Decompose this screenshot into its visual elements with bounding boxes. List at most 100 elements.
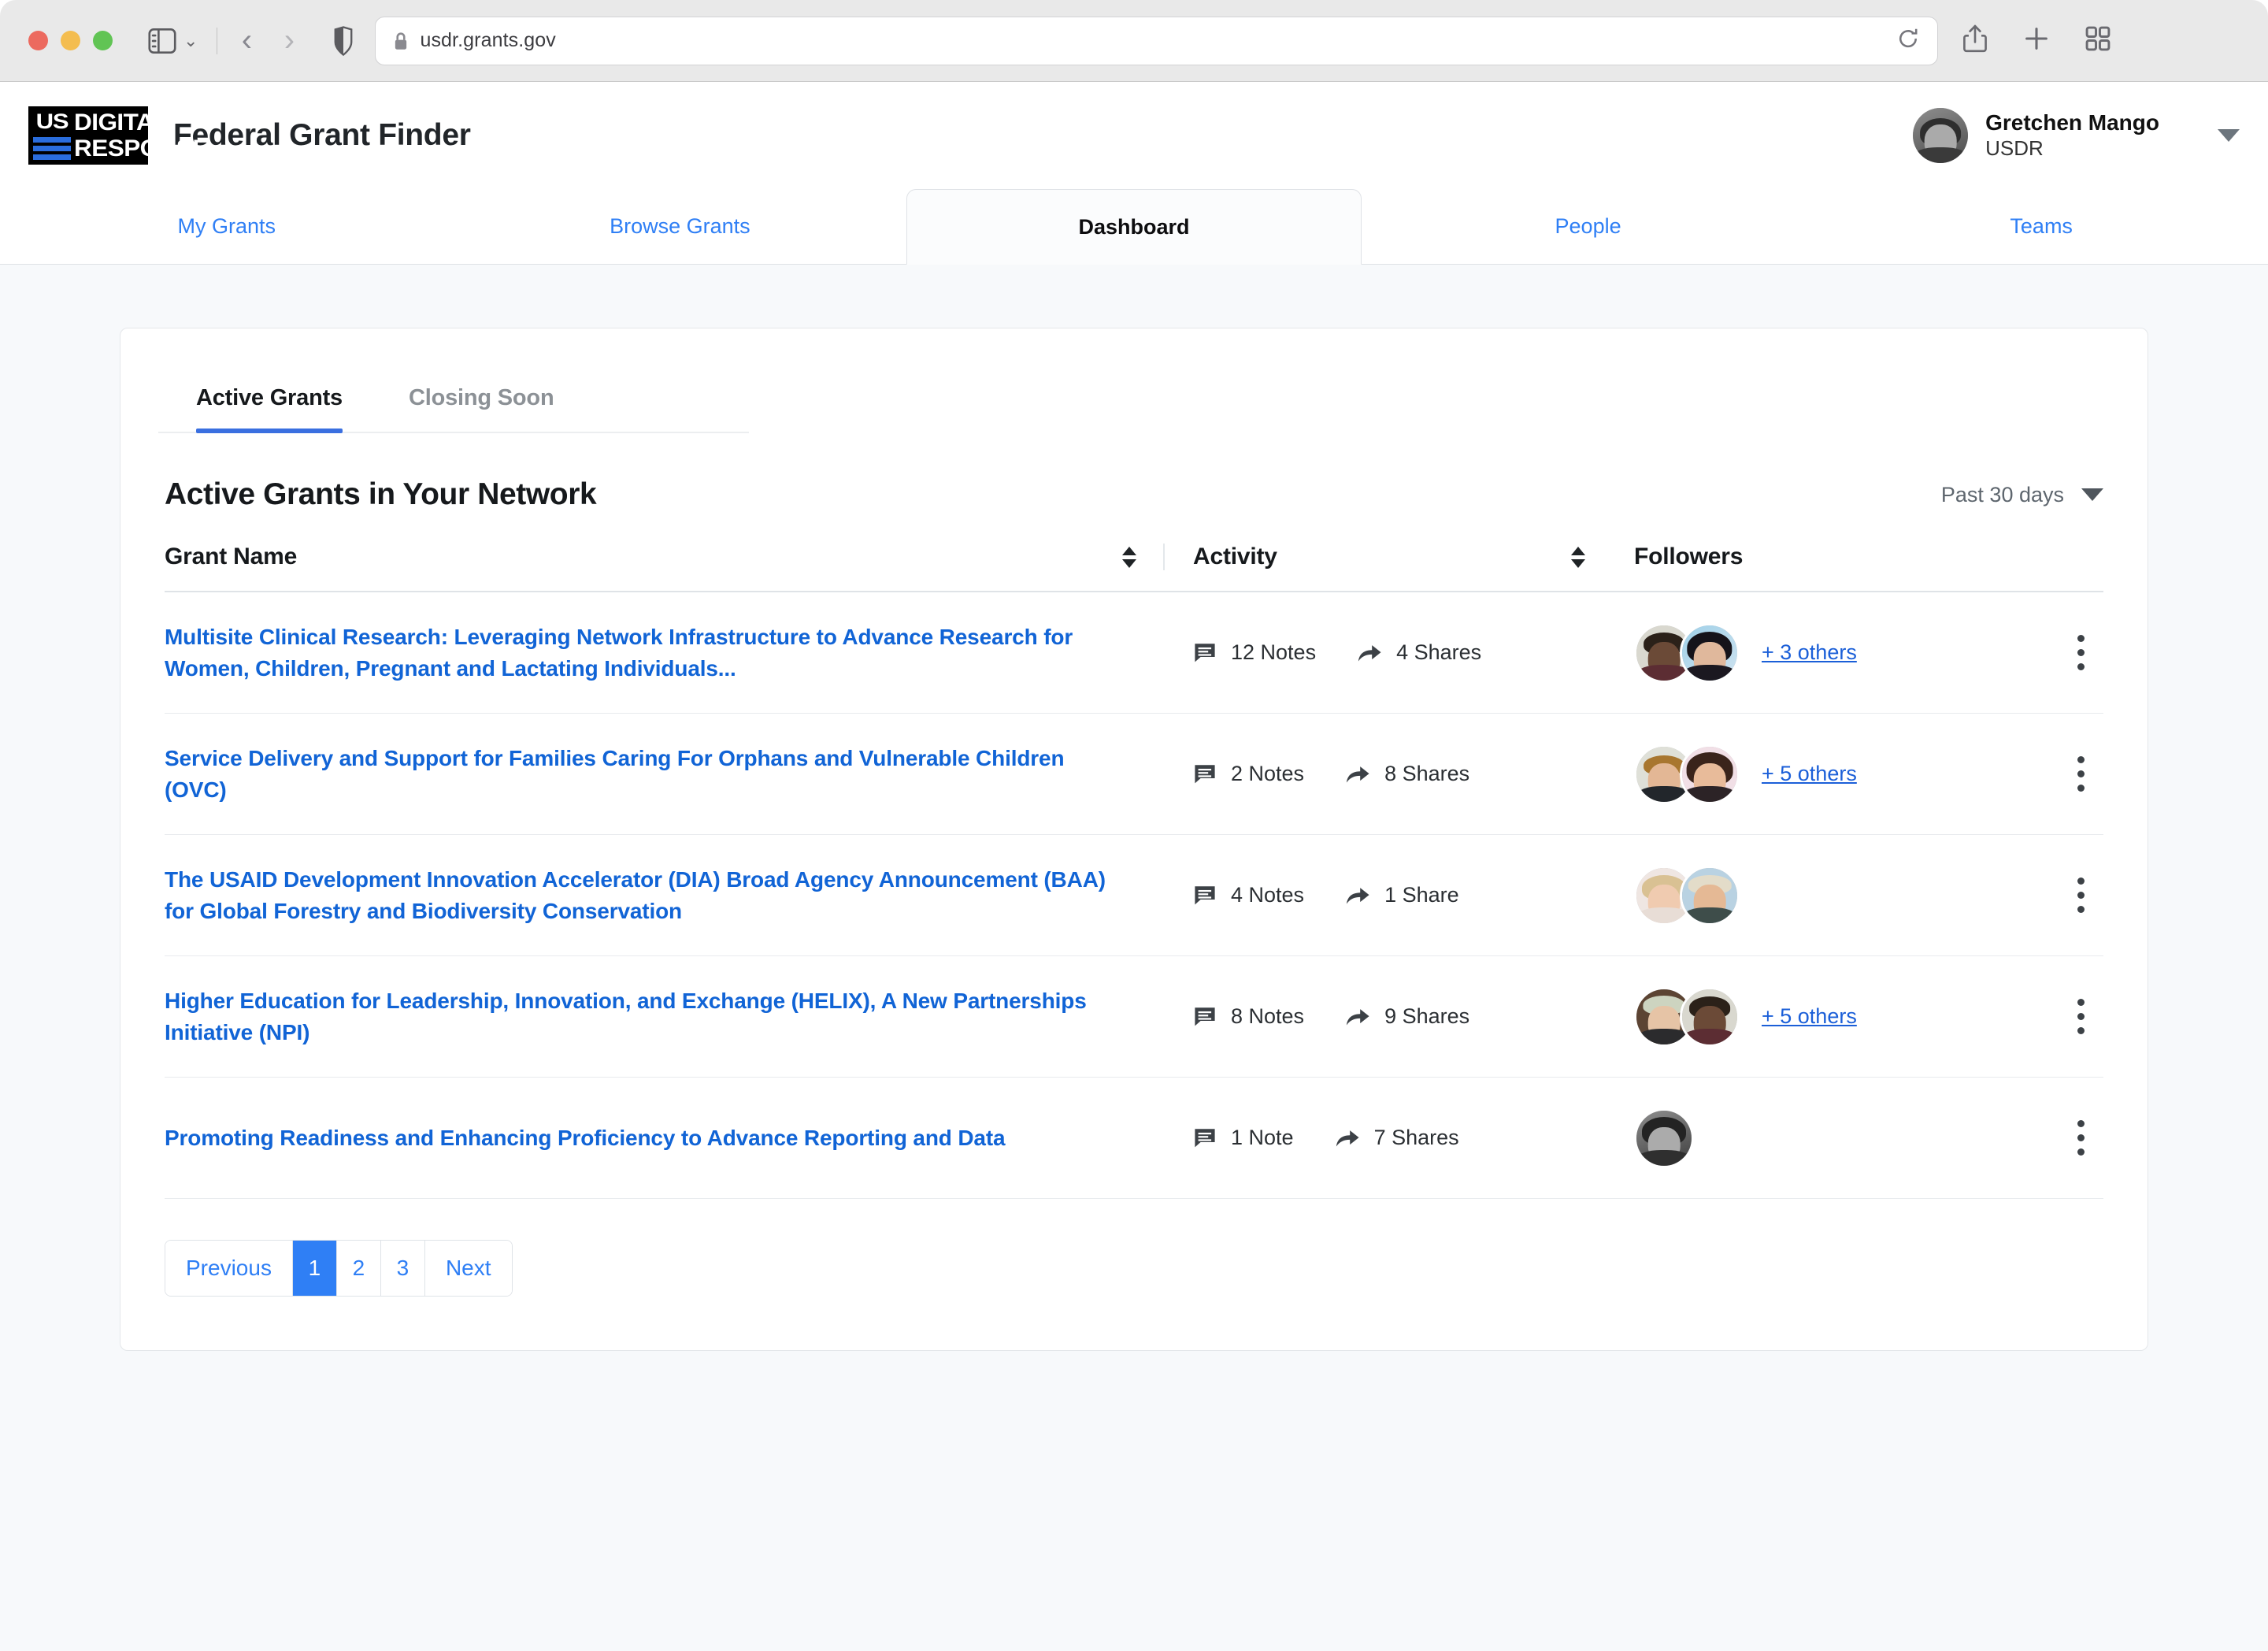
shares-count: 7 Shares: [1373, 1126, 1459, 1149]
browser-toolbar-actions: [1962, 24, 2111, 58]
user-org: USDR: [1985, 136, 2044, 161]
notes-comment-icon: [1195, 764, 1215, 783]
avatar[interactable]: [1680, 865, 1740, 926]
share-arrow-icon: [1358, 644, 1381, 661]
notes-stat: 2 Notes: [1193, 762, 1304, 786]
notes-stat: 8 Notes: [1193, 1004, 1304, 1029]
column-label-grant-name: Grant Name: [165, 544, 298, 570]
more-options-icon[interactable]: [2070, 991, 2092, 1042]
tab-overview-icon[interactable]: [2085, 25, 2111, 56]
notes-count: 12 Notes: [1231, 640, 1317, 664]
user-name: Gretchen Mango: [1985, 110, 2159, 135]
chevron-down-icon[interactable]: ⌄: [183, 31, 198, 51]
pagination-page-1[interactable]: 1: [292, 1241, 337, 1296]
notes-count: 4 Notes: [1231, 883, 1305, 907]
share-arrow-icon: [1346, 1008, 1369, 1025]
notes-count: 8 Notes: [1231, 1004, 1305, 1028]
minimize-window-button[interactable]: [61, 31, 80, 50]
grant-link[interactable]: Promoting Readiness and Enhancing Profic…: [165, 1122, 1006, 1154]
logo-digital-text: DIGITAL: [74, 109, 169, 135]
pagination-page-3[interactable]: 3: [380, 1241, 425, 1296]
grant-name-cell: The USAID Development Innovation Acceler…: [165, 840, 1165, 951]
shares-stat: 1 Share: [1345, 883, 1459, 907]
dashboard-card: Active Grants Closing Soon Active Grants…: [120, 328, 2148, 1351]
column-header-followers: Followers: [1606, 544, 2103, 570]
tab-people[interactable]: People: [1362, 189, 1815, 264]
shares-stat: 7 Shares: [1335, 1126, 1459, 1150]
notes-comment-icon: [1195, 643, 1215, 662]
user-menu[interactable]: Gretchen Mango USDR: [1913, 108, 2240, 163]
notes-count: 2 Notes: [1231, 762, 1305, 785]
shares-count: 8 Shares: [1384, 762, 1470, 785]
tab-teams[interactable]: Teams: [1814, 189, 2268, 264]
avatar[interactable]: [1680, 986, 1740, 1047]
tab-active-grants[interactable]: Active Grants: [196, 365, 343, 433]
lock-icon: [393, 31, 409, 51]
grant-link[interactable]: Higher Education for Leadership, Innovat…: [165, 985, 1110, 1048]
activity-cell: 1 Note 7 Shares: [1165, 1126, 1606, 1150]
column-header-grant-name[interactable]: Grant Name: [165, 544, 1165, 570]
more-options-icon[interactable]: [2070, 1112, 2092, 1163]
shares-stat: 4 Shares: [1357, 640, 1481, 665]
more-options-icon[interactable]: [2070, 748, 2092, 800]
shares-stat: 8 Shares: [1345, 762, 1469, 786]
forward-arrow-icon[interactable]: ›: [268, 23, 310, 58]
sidebar-toggle-icon[interactable]: [144, 23, 180, 59]
maximize-window-button[interactable]: [93, 31, 113, 50]
page-title: Federal Grant Finder: [173, 118, 471, 152]
tab-closing-soon[interactable]: Closing Soon: [409, 365, 554, 432]
avatar[interactable]: [1680, 622, 1740, 683]
avatar[interactable]: [1680, 744, 1740, 804]
grant-name-cell: Promoting Readiness and Enhancing Profic…: [165, 1099, 1165, 1178]
more-followers-link[interactable]: + 5 others: [1762, 1004, 1857, 1029]
chevron-down-icon[interactable]: [2218, 129, 2240, 142]
followers-cell: + 3 others: [1606, 622, 2103, 683]
column-label-activity: Activity: [1193, 544, 1277, 570]
address-bar[interactable]: usdr.grants.gov: [375, 16, 1939, 65]
sort-updown-icon[interactable]: [1571, 546, 1585, 568]
share-arrow-icon: [1336, 1130, 1359, 1146]
logo-response-text: RESPONSE: [74, 135, 209, 161]
main-navigation-tabs: My Grants Browse Grants Dashboard People…: [0, 189, 2268, 265]
activity-cell: 4 Notes 1 Share: [1165, 883, 1606, 907]
grant-link[interactable]: The USAID Development Innovation Acceler…: [165, 864, 1110, 927]
followers-cell: [1606, 1107, 2103, 1168]
usdr-logo[interactable]: US DIGITAL RESPONSE: [28, 106, 209, 165]
pagination-page-2[interactable]: 2: [336, 1241, 381, 1296]
column-header-activity[interactable]: Activity: [1165, 544, 1606, 570]
followers-cell: [1606, 865, 2103, 926]
tab-my-grants[interactable]: My Grants: [0, 189, 454, 264]
tab-browse-grants[interactable]: Browse Grants: [454, 189, 907, 264]
notes-comment-icon: [1195, 1007, 1215, 1026]
sort-updown-icon[interactable]: [1122, 546, 1136, 568]
tab-dashboard[interactable]: Dashboard: [906, 189, 1362, 265]
window-traffic-lights: [28, 31, 113, 50]
back-arrow-icon[interactable]: ‹: [225, 23, 268, 58]
more-followers-link[interactable]: + 5 others: [1762, 762, 1857, 786]
grant-link[interactable]: Multisite Clinical Research: Leveraging …: [165, 621, 1110, 685]
pagination-next[interactable]: Next: [424, 1241, 512, 1296]
shares-count: 9 Shares: [1384, 1004, 1470, 1028]
more-options-icon[interactable]: [2070, 627, 2092, 678]
notes-count: 1 Note: [1231, 1126, 1294, 1149]
follower-avatars: [1634, 622, 1740, 683]
page-body: Active Grants Closing Soon Active Grants…: [0, 265, 2268, 1651]
date-range-filter[interactable]: Past 30 days: [1941, 483, 2103, 507]
grant-name-cell: Service Delivery and Support for Familie…: [165, 719, 1165, 829]
privacy-shield-icon[interactable]: [323, 25, 364, 56]
close-window-button[interactable]: [28, 31, 48, 50]
follower-avatars: [1634, 986, 1740, 1047]
pagination-previous[interactable]: Previous: [165, 1241, 293, 1296]
table-row: The USAID Development Innovation Acceler…: [165, 835, 2103, 956]
plus-icon[interactable]: [2023, 25, 2050, 56]
more-options-icon[interactable]: [2070, 870, 2092, 921]
reload-icon[interactable]: [1896, 27, 1920, 54]
share-arrow-icon: [1346, 887, 1369, 903]
grant-link[interactable]: Service Delivery and Support for Familie…: [165, 743, 1110, 806]
date-range-label: Past 30 days: [1940, 482, 2064, 506]
section-header: Active Grants in Your Network Past 30 da…: [120, 433, 2148, 512]
share-icon[interactable]: [1962, 24, 1988, 58]
section-title: Active Grants in Your Network: [165, 477, 597, 511]
more-followers-link[interactable]: + 3 others: [1762, 640, 1857, 665]
avatar[interactable]: [1634, 1107, 1694, 1168]
